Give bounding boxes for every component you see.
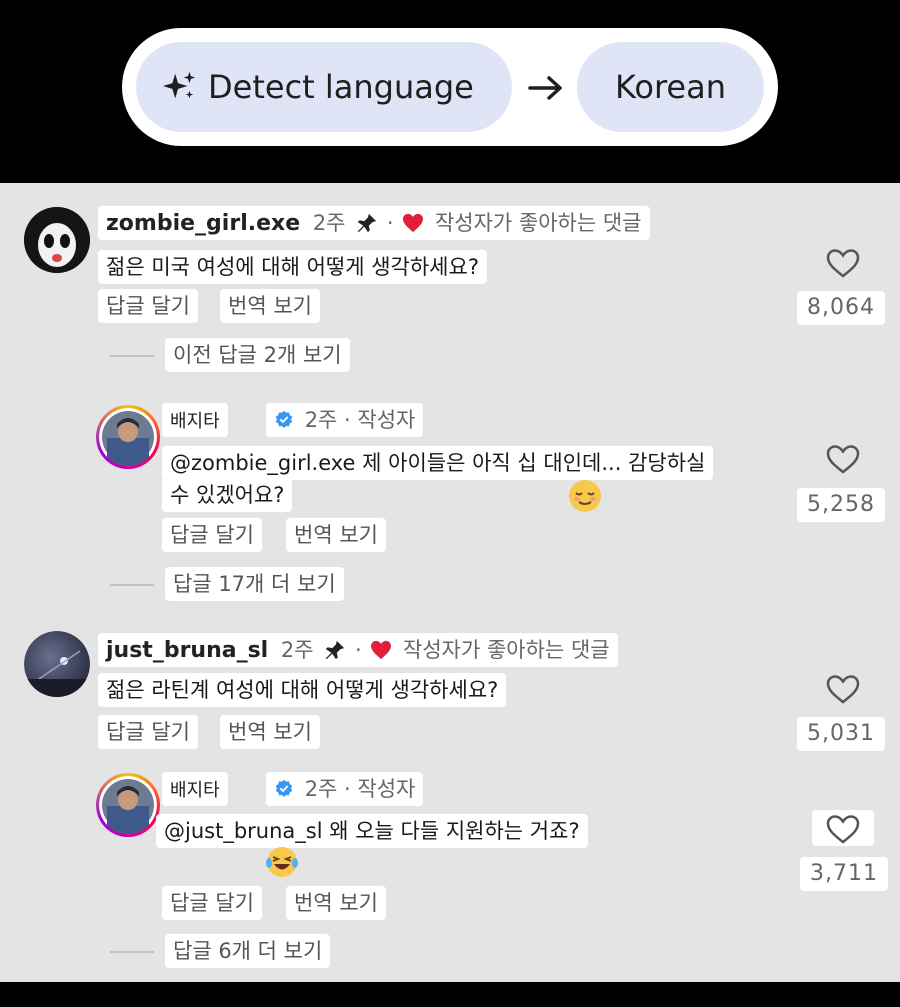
username[interactable]: just_bruna_sl — [106, 638, 268, 663]
avatar-image — [24, 207, 90, 273]
red-heart-icon — [403, 213, 424, 233]
heart-outline-icon[interactable] — [825, 813, 861, 845]
reply-timestamp: 2주 · 작성자 — [304, 408, 416, 432]
reply-meta: 2주 · 작성자 — [266, 772, 424, 806]
pin-icon — [358, 213, 377, 233]
target-language-label: Korean — [615, 68, 726, 106]
avatar[interactable] — [24, 631, 90, 697]
timestamp: 2주 — [312, 211, 346, 235]
detect-language-button[interactable]: Detect language — [136, 42, 512, 132]
reply-timestamp: 2주 · 작성자 — [304, 777, 416, 801]
comment-text: 젊은 라틴계 여성에 대해 어떻게 생각하세요? — [98, 673, 507, 707]
avatar-image — [24, 631, 90, 697]
reply-button[interactable]: 답글 달기 — [98, 715, 198, 749]
comment-header: just_bruna_sl 2주 · 작성자가 좋아하는 댓글 — [98, 633, 618, 667]
see-translation-button[interactable]: 번역 보기 — [220, 289, 320, 323]
laughing-tears-emoji — [266, 847, 298, 877]
comment-text: 젊은 미국 여성에 대해 어떻게 생각하세요? — [98, 250, 487, 284]
reply-button[interactable]: 답글 달기 — [162, 886, 262, 920]
see-translation-button[interactable]: 번역 보기 — [286, 886, 386, 920]
language-selector: Detect language Korean — [122, 28, 778, 146]
reply-author: 배지타 — [162, 403, 228, 437]
reply-text-line1: @zombie_girl.exe 제 아이들은 아직 십 대인데... 감당하실 — [162, 446, 714, 480]
view-previous-replies-button[interactable]: 이전 답글 2개 보기 — [165, 338, 350, 372]
reply-button[interactable]: 답글 달기 — [162, 518, 262, 552]
heart-outline-icon[interactable] — [825, 443, 861, 475]
view-more-replies-button[interactable]: 답글 17개 더 보기 — [165, 567, 344, 601]
see-translation-button[interactable]: 번역 보기 — [220, 715, 320, 749]
comments-list: zombie_girl.exe 2주 · 작성자가 좋아하는 댓글 젊은 미국 … — [0, 183, 900, 982]
pin-icon — [326, 640, 345, 660]
heart-outline-icon[interactable] — [825, 673, 861, 705]
translate-bar: Detect language Korean — [0, 0, 900, 183]
arrow-right-icon — [528, 76, 562, 100]
reply-text-line2: 수 있겠어요? — [162, 478, 293, 512]
relieved-face-emoji — [569, 480, 601, 512]
reply-author: 배지타 — [162, 772, 228, 806]
see-translation-button[interactable]: 번역 보기 — [286, 518, 386, 552]
detect-language-label: Detect language — [208, 68, 474, 106]
avatar[interactable] — [96, 405, 160, 469]
sparkle-icon — [162, 71, 196, 99]
timestamp: 2주 — [280, 638, 314, 662]
username[interactable]: zombie_girl.exe — [106, 211, 300, 236]
comment-header: zombie_girl.exe 2주 · 작성자가 좋아하는 댓글 — [98, 206, 650, 240]
red-heart-icon — [371, 640, 392, 660]
view-more-replies-button[interactable]: 답글 6개 더 보기 — [165, 934, 331, 968]
avatar[interactable] — [96, 773, 160, 837]
target-language-button[interactable]: Korean — [577, 42, 764, 132]
verified-badge-icon — [275, 779, 293, 797]
liked-by-author-label: 작성자가 좋아하는 댓글 — [403, 638, 610, 662]
username[interactable]: 배지타 — [170, 780, 220, 801]
thread-line — [110, 951, 154, 953]
thread-line — [110, 355, 154, 357]
reply-meta: 2주 · 작성자 — [266, 403, 424, 437]
avatar-image — [99, 408, 157, 466]
reply-text-line1: @just_bruna_sl 왜 오늘 다들 지원하는 거죠? — [156, 814, 588, 848]
avatar[interactable] — [24, 207, 90, 273]
separator-dot: · — [386, 211, 394, 235]
reply-button[interactable]: 답글 달기 — [98, 289, 198, 323]
separator-dot: · — [354, 638, 362, 662]
avatar-image — [99, 776, 157, 834]
liked-by-author-label: 작성자가 좋아하는 댓글 — [434, 211, 642, 235]
like-count: 8,064 — [797, 291, 885, 325]
verified-badge-icon — [275, 410, 293, 428]
heart-outline-icon[interactable] — [825, 247, 861, 279]
like-count: 3,711 — [800, 857, 888, 891]
bottom-bar — [0, 982, 900, 1007]
like-count: 5,031 — [797, 717, 885, 751]
username[interactable]: 배지타 — [170, 411, 220, 432]
thread-line — [110, 584, 154, 586]
like-count: 5,258 — [797, 488, 885, 522]
